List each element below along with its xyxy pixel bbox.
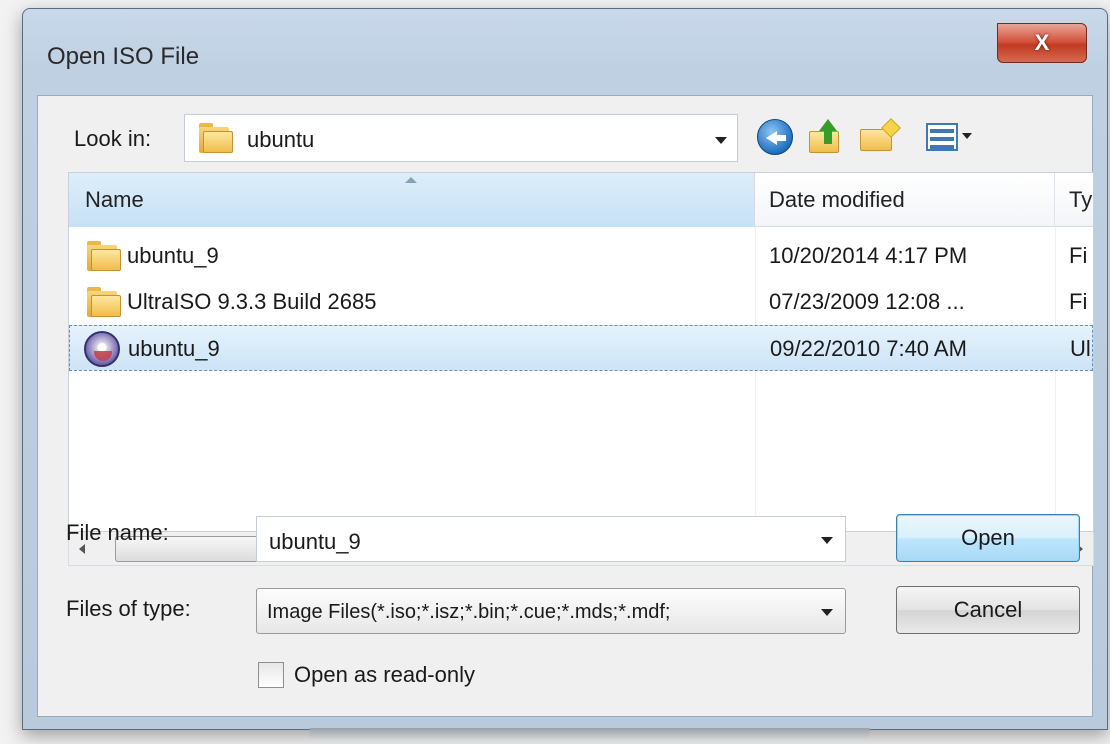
file-list[interactable]: Name Date modified Ty ubuntu_9 10/20/201… (68, 172, 1094, 532)
sort-ascending-icon (405, 177, 417, 183)
read-only-checkbox[interactable] (258, 662, 284, 688)
file-date: 07/23/2009 12:08 ... (769, 289, 965, 314)
open-iso-dialog: Open ISO File X Look in: ubuntu Name Dat… (22, 8, 1108, 730)
dialog-title: Open ISO File (47, 43, 200, 70)
file-type-label: Files of type: (66, 596, 191, 621)
column-header-name[interactable]: Name (69, 173, 755, 227)
file-name: ubuntu_9 (127, 243, 219, 268)
column-header-name-label: Name (85, 187, 144, 212)
look-in-value: ubuntu (247, 127, 315, 152)
new-folder-icon (860, 118, 901, 155)
list-item-selected[interactable]: ubuntu_9 09/22/2010 7:40 AM Ul (69, 325, 1093, 371)
open-button[interactable]: Open (896, 514, 1080, 562)
up-one-level-button[interactable] (804, 116, 846, 158)
back-icon (757, 119, 793, 155)
new-folder-button[interactable] (858, 116, 901, 158)
cancel-button[interactable]: Cancel (896, 586, 1080, 634)
folder-icon (87, 287, 121, 317)
dialog-body: Look in: ubuntu Name Date modified Ty ub… (37, 95, 1094, 717)
disc-image-icon (84, 331, 120, 367)
up-folder-icon (807, 119, 843, 155)
column-header-date-modified[interactable]: Date modified (755, 173, 1055, 227)
file-type: Ul (1070, 336, 1091, 361)
file-name: UltraISO 9.3.3 Build 2685 (127, 289, 377, 314)
look-in-label: Look in: (74, 126, 152, 151)
column-headers: Name Date modified Ty (69, 173, 1093, 227)
folder-icon (87, 241, 121, 271)
views-menu-icon (926, 119, 974, 155)
file-type-select[interactable]: Image Files(*.iso;*.isz;*.bin;*.cue;*.md… (256, 588, 846, 634)
file-type-value: Image Files(*.iso;*.isz;*.bin;*.cue;*.md… (267, 601, 671, 623)
chevron-down-icon[interactable] (821, 609, 833, 616)
chevron-down-icon[interactable] (821, 537, 833, 544)
back-button[interactable] (754, 116, 796, 158)
file-name-value: ubuntu_9 (269, 529, 361, 554)
read-only-label[interactable]: Open as read-only (294, 662, 475, 688)
list-item[interactable]: ubuntu_9 10/20/2014 4:17 PM Fi (69, 233, 1093, 279)
taskbar-edge (310, 728, 870, 738)
folder-icon (199, 123, 233, 153)
chevron-down-icon[interactable] (715, 137, 727, 144)
column-header-type[interactable]: Ty (1055, 173, 1093, 227)
file-date: 09/22/2010 7:40 AM (770, 336, 967, 361)
file-name: ubuntu_9 (128, 336, 220, 361)
file-name-label: File name: (66, 520, 169, 545)
close-button[interactable]: X (997, 23, 1087, 63)
file-name-input[interactable]: ubuntu_9 (256, 516, 846, 562)
list-item[interactable]: UltraISO 9.3.3 Build 2685 07/23/2009 12:… (69, 279, 1093, 325)
views-menu-button[interactable] (922, 116, 978, 158)
file-type: Fi (1069, 289, 1088, 314)
look-in-dropdown[interactable]: ubuntu (184, 114, 738, 162)
title-bar[interactable]: Open ISO File X (23, 9, 1107, 95)
file-type: Fi (1069, 243, 1088, 268)
file-date: 10/20/2014 4:17 PM (769, 243, 968, 268)
